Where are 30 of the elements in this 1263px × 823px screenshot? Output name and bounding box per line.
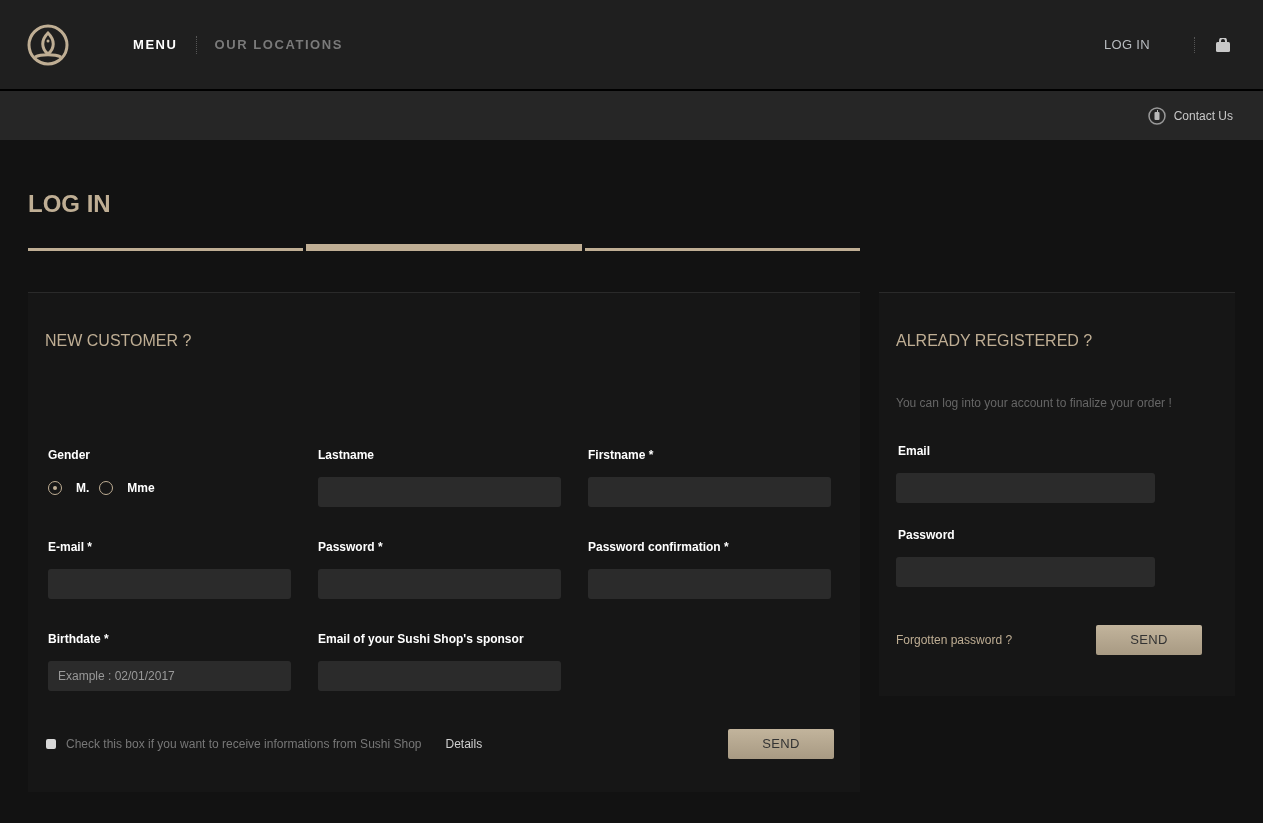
phone-icon [1147, 106, 1166, 125]
contact-link[interactable]: Contact Us [1173, 106, 1233, 125]
forgotten-password-link[interactable]: Forgotten password ? [896, 631, 1013, 649]
field-label: Password [898, 528, 956, 542]
field-label: Password * [318, 540, 384, 554]
newsletter-checkbox[interactable] [46, 739, 56, 749]
section-title: ALREADY REGISTERED ? [896, 333, 1094, 349]
page-title: LOG IN [28, 192, 112, 216]
send-button[interactable]: SEND [1096, 625, 1202, 655]
field-label: Email [898, 444, 931, 458]
logo-icon[interactable] [27, 23, 69, 66]
field-label: Password confirmation * [588, 540, 730, 554]
nav-link[interactable]: MENU [133, 34, 178, 55]
section-title: NEW CUSTOMER ? [45, 333, 193, 349]
radio-label: Mme [127, 480, 155, 497]
newsletter-label: Check this box if you want to receive informations from Sushi Shop [66, 736, 422, 753]
field-label: Birthdate * [48, 632, 110, 646]
field-label: E-mail * [48, 540, 93, 554]
field-label: Gender [48, 448, 91, 462]
send-button[interactable]: SEND [728, 729, 834, 759]
field-label: Firstname * [588, 448, 655, 462]
shopping-bag-icon[interactable] [1215, 37, 1231, 52]
intro-text: You can log into your account to finalize your order ! [896, 395, 1173, 412]
field-label: Lastname [318, 448, 376, 462]
field-label: Email of your Sushi Shop's sponsor [318, 632, 525, 646]
input-field[interactable]: Example : 02/01/2017 [48, 661, 291, 691]
details-link[interactable]: Details [445, 735, 483, 753]
login-link[interactable]: LOG IN [1104, 34, 1150, 55]
radio-label: M. [76, 480, 90, 497]
nav-link[interactable]: OUR LOCATIONS [214, 34, 343, 55]
